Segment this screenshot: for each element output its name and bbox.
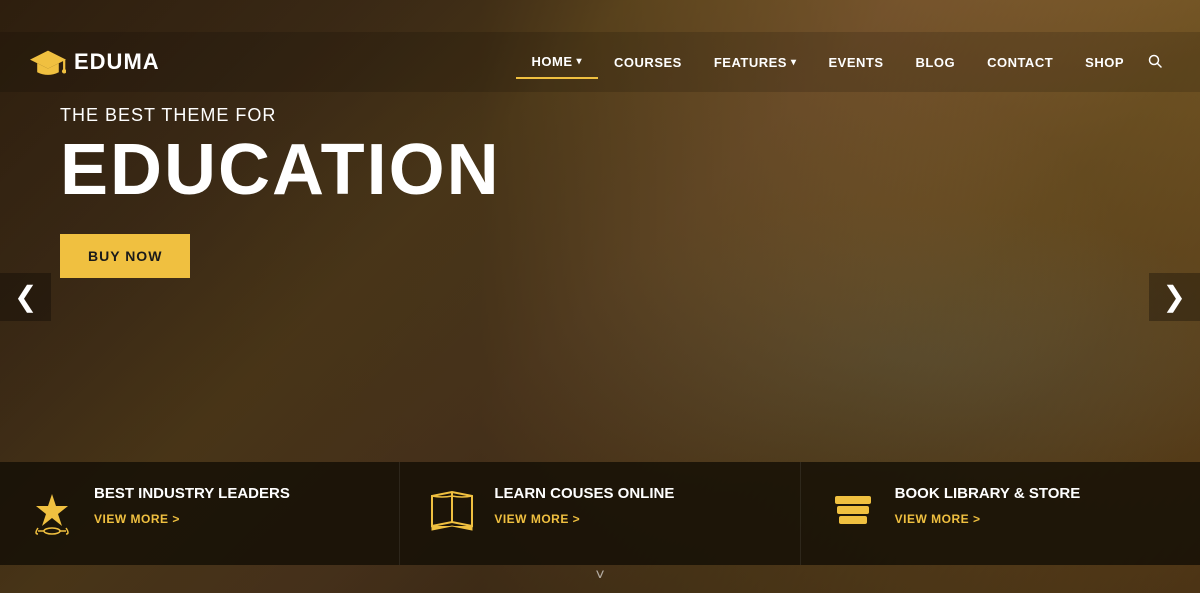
open-book-icon [428, 488, 476, 539]
carousel-next-button[interactable]: ❯ [1149, 273, 1200, 321]
carousel-prev-button[interactable]: ❮ [0, 273, 51, 321]
nav-item-contact[interactable]: CONTACT [971, 47, 1069, 78]
feature-link-library[interactable]: VIEW MORE > [895, 512, 981, 526]
hero-section: Have any question? (00) 123 456 789 hell… [0, 0, 1200, 593]
hero-title: EDUCATION [60, 134, 501, 206]
feature-card-leaders: BEST INDUSTRY LEADERS VIEW MORE > [0, 462, 400, 565]
nav-links: HOME ▾ COURSES FEATURES ▾ EVENTS BLOG CO… [516, 46, 1170, 79]
brand-name: EDUMA [74, 49, 160, 75]
feature-info-leaders: BEST INDUSTRY LEADERS VIEW MORE > [94, 484, 290, 528]
logo[interactable]: EDUMA [30, 47, 160, 77]
feature-info-library: BOOK LIBRARY & STORE VIEW MORE > [895, 484, 1081, 528]
nav-item-courses[interactable]: COURSES [598, 47, 698, 78]
chevron-down-icon: ▾ [577, 56, 583, 67]
search-icon[interactable] [1140, 46, 1170, 79]
star-award-icon [28, 488, 76, 543]
feature-title-library: BOOK LIBRARY & STORE [895, 484, 1081, 504]
feature-info-courses: LEARN COUSES ONLINE VIEW MORE > [494, 484, 674, 528]
nav-item-shop[interactable]: SHOP [1069, 47, 1140, 78]
feature-link-leaders[interactable]: VIEW MORE > [94, 512, 180, 526]
feature-title-leaders: BEST INDUSTRY LEADERS [94, 484, 290, 504]
hero-content: THE BEST THEME FOR EDUCATION BUY NOW [60, 105, 501, 278]
nav-item-events[interactable]: EVENTS [812, 47, 899, 78]
nav-item-home[interactable]: HOME ▾ [516, 46, 599, 79]
feature-title-courses: LEARN COUSES ONLINE [494, 484, 674, 504]
feature-card-courses: LEARN COUSES ONLINE VIEW MORE > [400, 462, 800, 565]
features-bar: BEST INDUSTRY LEADERS VIEW MORE > LEARN … [0, 462, 1200, 565]
feature-card-library: BOOK LIBRARY & STORE VIEW MORE > [801, 462, 1200, 565]
feature-link-courses[interactable]: VIEW MORE > [494, 512, 580, 526]
chevron-down-icon: ▾ [791, 57, 797, 68]
book-stack-icon [829, 488, 877, 539]
hero-subtitle: THE BEST THEME FOR [60, 105, 501, 126]
scroll-indicator: ˅ [595, 567, 604, 585]
nav-item-blog[interactable]: BLOG [900, 47, 972, 78]
logo-icon [30, 47, 66, 77]
navbar: EDUMA HOME ▾ COURSES FEATURES ▾ EVENTS B… [0, 32, 1200, 92]
nav-item-features[interactable]: FEATURES ▾ [698, 47, 813, 78]
buy-now-button[interactable]: BUY NOW [60, 234, 190, 278]
